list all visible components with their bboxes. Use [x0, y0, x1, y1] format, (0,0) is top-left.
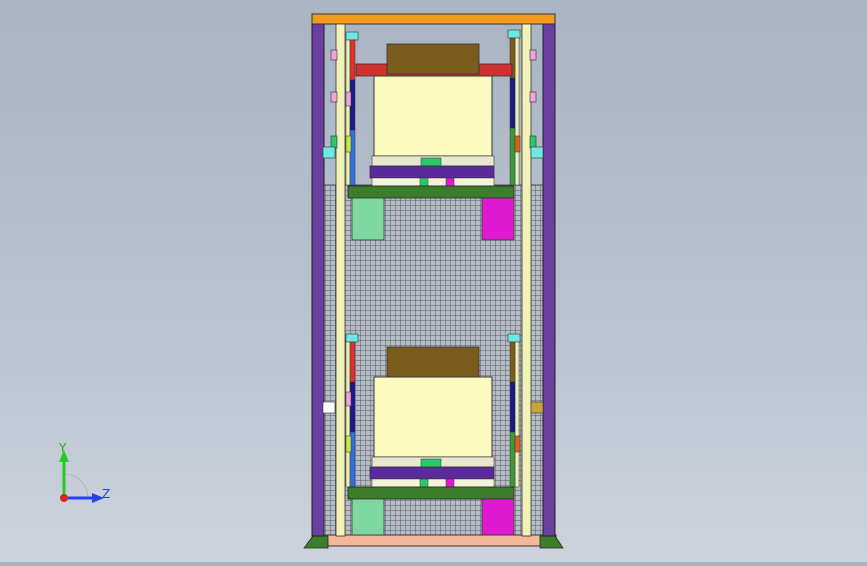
green-block	[351, 498, 385, 536]
fitting	[530, 146, 544, 159]
box-lid	[386, 43, 480, 75]
base-foot-left	[303, 535, 329, 549]
rail-left	[335, 23, 346, 537]
z-axis-label: Z	[102, 487, 110, 501]
box	[373, 75, 493, 157]
fitting	[330, 49, 338, 61]
top-beam	[311, 13, 556, 25]
fitting	[322, 401, 336, 414]
fitting	[530, 401, 544, 414]
rail-right	[521, 23, 532, 537]
green-block	[351, 197, 385, 241]
y-axis-label: Y	[58, 441, 67, 455]
base-foot-right	[539, 535, 564, 549]
magenta-block	[481, 197, 515, 241]
fitting	[529, 49, 537, 61]
box-lid	[386, 346, 480, 378]
fitting	[529, 135, 537, 149]
triad-icon: Y Z	[58, 441, 110, 503]
pallet	[347, 486, 515, 500]
model-front-view[interactable]	[0, 0, 867, 562]
fitting	[330, 135, 338, 149]
base-plate	[311, 534, 557, 547]
frame-post-right	[542, 23, 556, 537]
frame-post-left	[311, 23, 325, 537]
coordinate-triad: Y Z	[40, 440, 130, 510]
box	[373, 376, 493, 458]
fitting	[330, 91, 338, 103]
pallet	[347, 185, 515, 199]
cad-viewport[interactable]: Y Z	[0, 0, 867, 562]
fitting	[322, 146, 336, 159]
fitting	[529, 91, 537, 103]
magenta-block	[481, 498, 515, 536]
